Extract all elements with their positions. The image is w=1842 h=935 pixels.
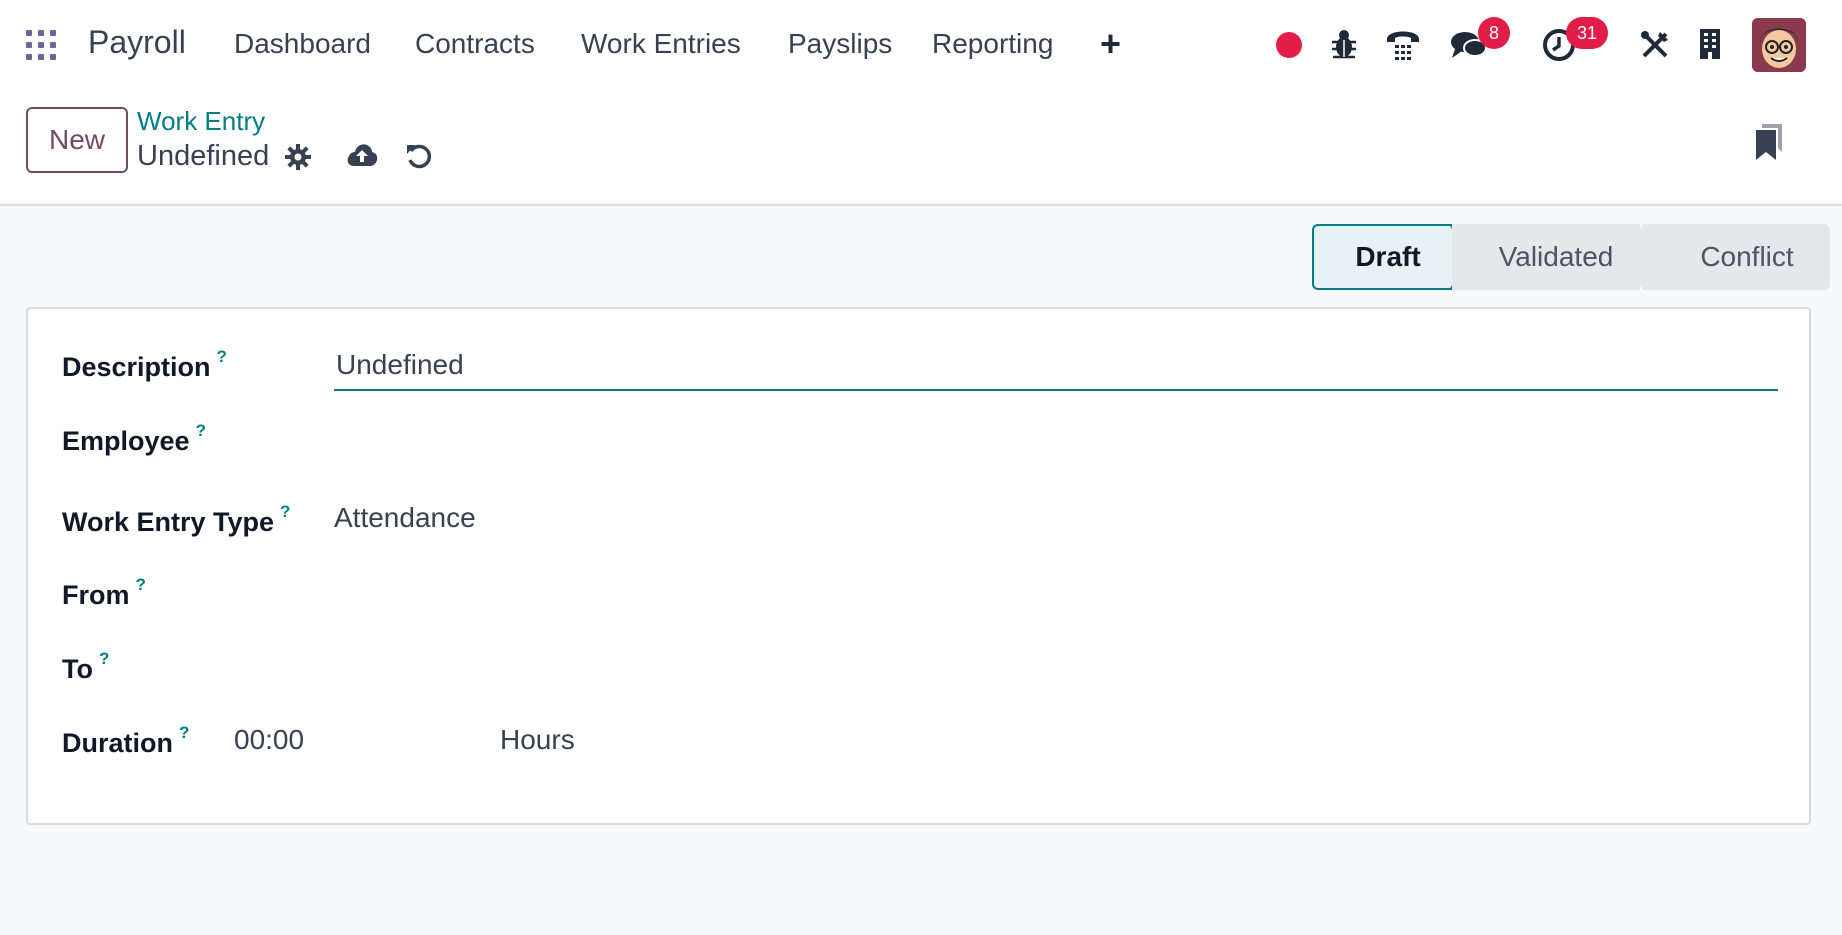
activities-badge: 31 xyxy=(1566,17,1608,49)
plus-icon[interactable]: + xyxy=(1100,26,1121,62)
stage-conflict[interactable]: Conflict xyxy=(1642,224,1830,290)
phone-icon[interactable] xyxy=(1384,26,1422,62)
from-label: From? xyxy=(62,575,146,611)
company-building-icon[interactable] xyxy=(1698,28,1722,60)
breadcrumb-work-entry[interactable]: Work Entry xyxy=(137,106,265,137)
duration-field[interactable]: 00:00 xyxy=(234,724,304,756)
menu-reporting[interactable]: Reporting xyxy=(932,28,1053,60)
help-icon[interactable]: ? xyxy=(196,421,206,440)
from-label-text: From xyxy=(62,580,130,610)
avatar-image xyxy=(1752,18,1806,72)
work-entry-type-field[interactable]: Attendance xyxy=(334,502,476,534)
menu-dashboard[interactable]: Dashboard xyxy=(234,28,371,60)
control-panel: New Work Entry Undefined xyxy=(0,88,1842,206)
stage-draft-label: Draft xyxy=(1355,241,1421,272)
messages-badge: 8 xyxy=(1478,17,1510,49)
stage-conflict-label: Conflict xyxy=(1700,241,1794,272)
to-label-text: To xyxy=(62,654,93,684)
help-icon[interactable]: ? xyxy=(280,502,290,521)
gear-icon[interactable] xyxy=(285,144,311,170)
help-icon[interactable]: ? xyxy=(99,649,109,668)
employee-field[interactable] xyxy=(334,413,1778,461)
status-bar: Draft Validated Conflict xyxy=(1312,224,1830,290)
duration-unit: Hours xyxy=(500,724,575,755)
menu-work-entries[interactable]: Work Entries xyxy=(581,28,741,60)
stage-validated-label: Validated xyxy=(1498,241,1614,272)
to-datetime-field[interactable] xyxy=(334,641,1778,689)
debug-tools-icon[interactable] xyxy=(1640,30,1670,60)
menu-payslips[interactable]: Payslips xyxy=(788,28,892,60)
to-label: To? xyxy=(62,649,109,685)
help-icon[interactable]: ? xyxy=(136,575,146,594)
help-icon[interactable]: ? xyxy=(217,347,227,366)
record-icon[interactable] xyxy=(1276,32,1302,58)
new-button[interactable]: New xyxy=(26,107,128,173)
description-label: Description? xyxy=(62,347,227,383)
discard-undo-icon[interactable] xyxy=(405,142,433,170)
form-sheet: Description? Employee? Work Entry Type? … xyxy=(26,307,1811,825)
employee-label-text: Employee xyxy=(62,426,190,456)
help-icon[interactable]: ? xyxy=(179,723,189,742)
work-entry-type-label-text: Work Entry Type xyxy=(62,507,275,537)
duration-label-text: Duration xyxy=(62,728,173,758)
apps-menu-icon[interactable] xyxy=(26,30,56,60)
description-input[interactable] xyxy=(334,341,1778,391)
app-brand[interactable]: Payroll xyxy=(88,24,186,61)
duration-label: Duration? xyxy=(62,723,189,759)
user-avatar[interactable] xyxy=(1752,18,1806,72)
employee-label: Employee? xyxy=(62,421,206,457)
breadcrumb-current-record: Undefined xyxy=(137,140,270,172)
work-entry-type-label: Work Entry Type? xyxy=(62,502,290,538)
menu-contracts[interactable]: Contracts xyxy=(415,28,535,60)
stage-draft[interactable]: Draft xyxy=(1312,224,1474,290)
bookmark-icon[interactable] xyxy=(1754,122,1784,162)
stage-validated[interactable]: Validated xyxy=(1452,224,1664,290)
bug-icon[interactable] xyxy=(1330,28,1358,60)
top-navbar: Payroll Dashboard Contracts Work Entries… xyxy=(0,0,1842,88)
description-label-text: Description xyxy=(62,352,211,382)
from-datetime-field[interactable] xyxy=(334,567,1778,615)
save-cloud-icon[interactable] xyxy=(346,142,378,168)
